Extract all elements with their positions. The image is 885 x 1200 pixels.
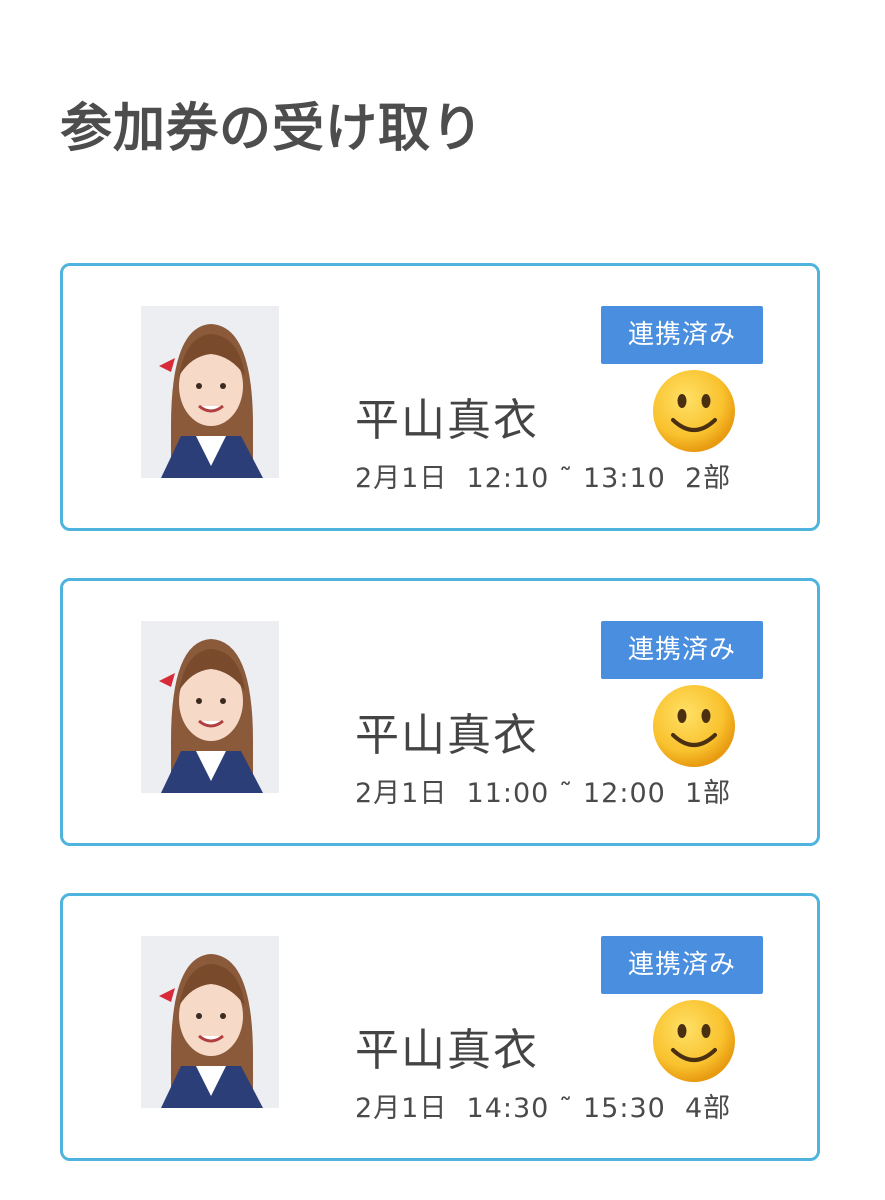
member-name: 平山真衣 (355, 710, 539, 761)
ticket-card[interactable]: 平山真衣 2月1日 11:00 ˜ 12:00 1部 連携済み (60, 578, 820, 846)
ticket-card[interactable]: 平山真衣 2月1日 12:10 ˜ 13:10 2部 連携済み (60, 263, 820, 531)
smiley-face-icon (653, 370, 735, 452)
status-badge: 連携済み (601, 621, 763, 679)
member-name: 平山真衣 (355, 1025, 539, 1076)
member-photo (141, 306, 279, 478)
status-badge: 連携済み (601, 306, 763, 364)
schedule-text: 2月1日 12:10 ˜ 13:10 2部 (355, 463, 732, 494)
member-photo (141, 936, 279, 1108)
smiley-face-icon (653, 1000, 735, 1082)
ticket-receive-page: 参加券の受け取り 平山真衣 2月1日 12:10 ˜ 13:10 2部 連携済み (0, 0, 885, 1200)
smiley-face-icon (653, 685, 735, 767)
status-badge: 連携済み (601, 936, 763, 994)
member-photo (141, 621, 279, 793)
schedule-text: 2月1日 11:00 ˜ 12:00 1部 (355, 778, 732, 809)
page-title: 参加券の受け取り (60, 99, 485, 159)
member-name: 平山真衣 (355, 395, 539, 446)
schedule-text: 2月1日 14:30 ˜ 15:30 4部 (355, 1093, 732, 1124)
ticket-card[interactable]: 平山真衣 2月1日 14:30 ˜ 15:30 4部 連携済み (60, 893, 820, 1161)
